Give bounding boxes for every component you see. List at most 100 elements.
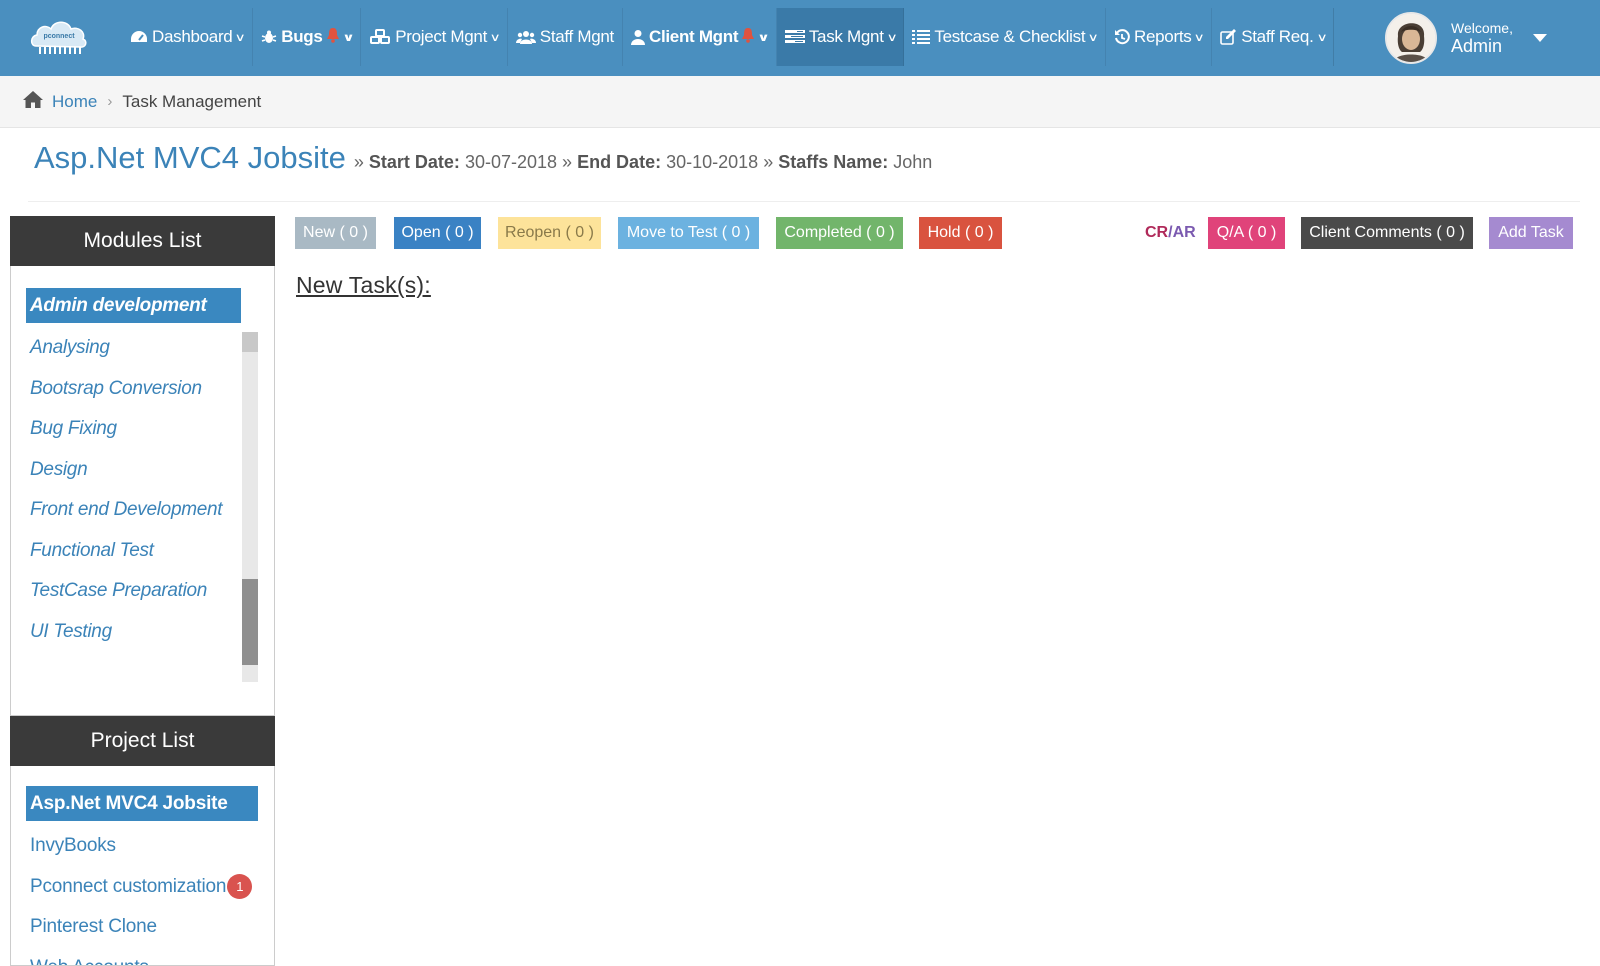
nav-label: Staff Req.: [1241, 27, 1313, 47]
bug-icon: [261, 29, 277, 45]
breadcrumb-current: Task Management: [122, 92, 261, 112]
staff-name-value: John: [893, 152, 932, 172]
new-tasks-button[interactable]: New ( 0 ): [295, 217, 376, 249]
nav-client-mgnt[interactable]: Client Mgnt ∨: [623, 8, 777, 66]
module-item[interactable]: Admin development: [26, 288, 241, 323]
project-name: Asp.Net MVC4 Jobsite: [30, 793, 228, 815]
nav-label: Bugs: [281, 27, 322, 47]
notification-badge: 1: [227, 874, 252, 899]
double-chevron-icon: »: [562, 152, 572, 172]
project-list-heading: Project List: [10, 716, 275, 766]
scrollbar-arrow[interactable]: [242, 332, 258, 352]
module-item[interactable]: Design: [26, 450, 241, 491]
hold-tasks-button[interactable]: Hold ( 0 ): [919, 217, 1002, 249]
nav-bugs[interactable]: Bugs ∨: [253, 8, 361, 66]
tasks-icon: [785, 29, 805, 45]
breadcrumb-home-link[interactable]: Home: [52, 92, 97, 112]
module-item[interactable]: Bootsrap Conversion: [26, 369, 241, 410]
chevron-down-icon: ∨: [1088, 31, 1099, 44]
nav-staff-mgnt[interactable]: Staff Mgnt: [508, 8, 623, 66]
app-logo[interactable]: pconnect: [28, 12, 90, 58]
project-header: Asp.Net MVC4 Jobsite » Start Date: 30-07…: [34, 140, 932, 176]
breadcrumb: Home › Task Management: [0, 76, 1600, 128]
dashboard-icon: [130, 29, 148, 45]
completed-tasks-button[interactable]: Completed ( 0 ): [776, 217, 903, 249]
nav-label: Staff Mgnt: [540, 27, 614, 47]
project-item[interactable]: Pconnect customization1: [26, 867, 258, 908]
chevron-down-icon: ∨: [1316, 31, 1327, 44]
svg-text:pconnect: pconnect: [43, 33, 75, 40]
ar-label: AR: [1173, 224, 1196, 242]
project-list: Asp.Net MVC4 Jobsite InvyBooks Pconnect …: [26, 786, 258, 966]
double-chevron-icon: »: [354, 152, 364, 172]
project-item[interactable]: Pinterest Clone: [26, 907, 258, 948]
project-name: Pconnect customization: [30, 876, 226, 898]
caret-down-icon[interactable]: [1533, 34, 1547, 42]
nav-label: Project Mgnt: [395, 27, 487, 47]
cubes-icon: [369, 29, 391, 45]
chevron-down-icon: ∨: [342, 31, 354, 44]
double-chevron-icon: »: [763, 152, 773, 172]
user-icon: [631, 29, 645, 45]
add-task-button[interactable]: Add Task: [1489, 217, 1573, 249]
project-meta: » Start Date: 30-07-2018 » End Date: 30-…: [354, 152, 932, 173]
list-icon: [912, 29, 930, 45]
chevron-down-icon: ∨: [886, 31, 897, 44]
module-item[interactable]: Front end Development: [26, 490, 241, 531]
nav-dashboard[interactable]: Dashboard ∨: [122, 8, 253, 66]
nav-testcase-checklist[interactable]: Testcase & Checklist ∨: [904, 8, 1106, 66]
breadcrumb-separator-icon: ›: [107, 93, 112, 110]
top-navbar: pconnect Dashboard ∨ Bugs ∨ Project Mgnt…: [0, 0, 1600, 76]
bell-icon: [741, 27, 755, 48]
nav-label: Dashboard: [152, 27, 232, 47]
modules-list-heading: Modules List: [10, 216, 275, 266]
home-icon[interactable]: [22, 90, 44, 114]
project-name: Pinterest Clone: [30, 916, 157, 938]
nav-label: Reports: [1134, 27, 1191, 47]
qa-button[interactable]: Q/A ( 0 ): [1208, 217, 1285, 249]
user-menu[interactable]: Welcome, Admin: [1385, 0, 1547, 76]
nav-task-mgnt[interactable]: Task Mgnt ∨: [777, 8, 905, 66]
cr-label: CR: [1145, 224, 1168, 242]
module-item[interactable]: Functional Test: [26, 531, 241, 572]
module-item[interactable]: TestCase Preparation: [26, 571, 241, 612]
staff-name-label: Staffs Name:: [778, 152, 888, 172]
nav-project-mgnt[interactable]: Project Mgnt ∨: [361, 8, 508, 66]
module-item[interactable]: Bug Fixing: [26, 409, 241, 450]
project-name: Web Accounts: [30, 957, 149, 966]
start-date-label: Start Date:: [369, 152, 460, 172]
start-date-value: 30-07-2018: [465, 152, 557, 172]
project-list-panel: Asp.Net MVC4 Jobsite InvyBooks Pconnect …: [10, 766, 275, 966]
reopen-tasks-button[interactable]: Reopen ( 0 ): [498, 217, 601, 249]
chevron-down-icon: ∨: [1194, 31, 1205, 44]
project-item[interactable]: Web Accounts: [26, 948, 258, 966]
chevron-down-icon: ∨: [235, 31, 246, 44]
main-nav: Dashboard ∨ Bugs ∨ Project Mgnt ∨ Staff …: [122, 8, 1334, 66]
modules-list: Admin development Analysing Bootsrap Con…: [26, 288, 241, 652]
history-icon: [1114, 29, 1130, 45]
divider: [28, 201, 1580, 202]
module-item[interactable]: Analysing: [26, 328, 241, 369]
avatar[interactable]: [1385, 12, 1437, 64]
welcome-text: Welcome, Admin: [1451, 20, 1513, 57]
nav-reports[interactable]: Reports ∨: [1106, 8, 1212, 66]
welcome-label: Welcome,: [1451, 20, 1513, 36]
nav-label: Testcase & Checklist: [934, 27, 1085, 47]
cr-ar-link[interactable]: CR/AR: [1145, 217, 1196, 249]
scrollbar-thumb[interactable]: [242, 579, 258, 665]
chevron-down-icon: ∨: [489, 31, 500, 44]
project-item[interactable]: Asp.Net MVC4 Jobsite: [26, 786, 258, 821]
modules-list-panel: Admin development Analysing Bootsrap Con…: [10, 266, 275, 716]
modules-scrollbar[interactable]: [242, 332, 258, 682]
nav-label: Client Mgnt: [649, 27, 738, 47]
end-date-label: End Date:: [577, 152, 661, 172]
client-comments-button[interactable]: Client Comments ( 0 ): [1301, 217, 1473, 249]
module-item[interactable]: UI Testing: [26, 612, 241, 653]
move-to-test-button[interactable]: Move to Test ( 0 ): [618, 217, 759, 249]
project-item[interactable]: InvyBooks: [26, 826, 258, 867]
nav-staff-req[interactable]: Staff Req. ∨: [1212, 8, 1334, 66]
chevron-down-icon: ∨: [757, 31, 769, 44]
open-tasks-button[interactable]: Open ( 0 ): [394, 217, 481, 249]
user-name: Admin: [1451, 36, 1513, 57]
sidebar: Modules List Admin development Analysing…: [10, 216, 275, 966]
